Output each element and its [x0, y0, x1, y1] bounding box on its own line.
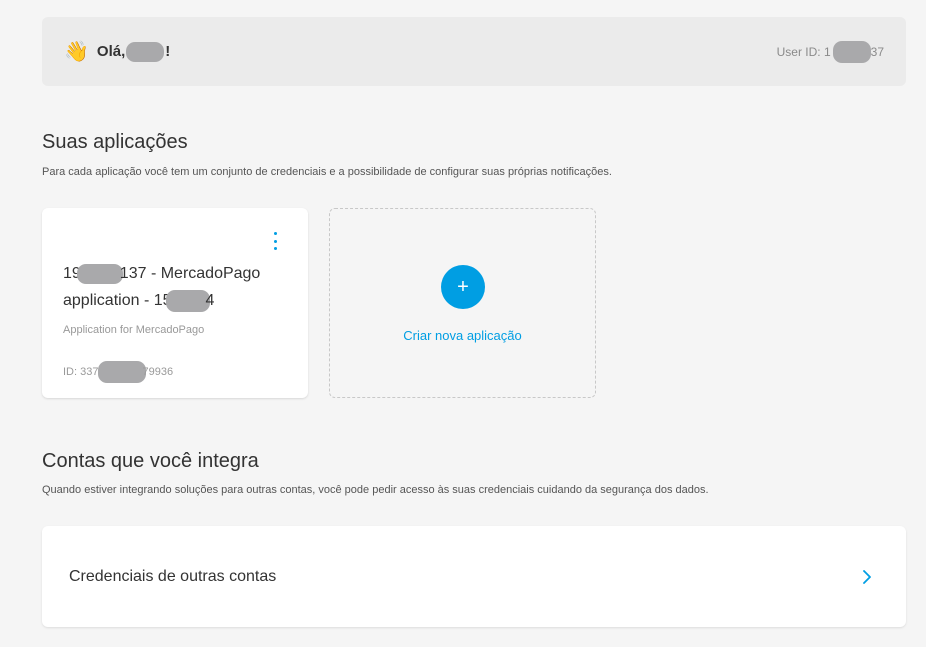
application-name-line2: application - 15 4	[63, 287, 293, 314]
redacted-app-number	[76, 263, 123, 284]
greeting-exclamation: !	[165, 43, 171, 60]
application-name-part: 4	[205, 292, 215, 309]
create-application-card[interactable]: + Criar nova aplicação	[329, 208, 596, 398]
apps-section-subtitle: Para cada aplicação você tem um conjunto…	[42, 166, 612, 178]
application-id-prefix: ID: 337	[63, 366, 99, 378]
waving-hand-icon: 👋	[64, 40, 89, 63]
application-name-line1: 19 137 - MercadoPago	[63, 260, 293, 287]
chevron-right-icon[interactable]	[860, 569, 874, 584]
other-accounts-credentials-card[interactable]: Credenciais de outras contas	[42, 526, 906, 627]
user-id-suffix: 37	[870, 44, 884, 59]
greeting-text: Olá, !	[96, 41, 171, 62]
application-card[interactable]: 19 137 - MercadoPago application - 15 4 …	[42, 208, 308, 398]
kebab-dot	[273, 232, 277, 235]
other-accounts-credentials-label: Credenciais de outras contas	[69, 567, 277, 585]
kebab-dot	[273, 239, 277, 243]
application-id-suffix: 79936	[142, 366, 174, 378]
redacted-user-id	[832, 40, 871, 63]
plus-icon[interactable]: +	[441, 265, 485, 309]
redacted-app-number	[165, 289, 210, 312]
integrations-section-title: Contas que você integra	[42, 450, 259, 472]
user-id: User ID: 1 37	[776, 40, 884, 63]
user-id-prefix: User ID: 1	[776, 44, 831, 59]
application-description: Application for MercadoPago	[63, 324, 205, 336]
kebab-menu-icon[interactable]	[272, 232, 278, 250]
redacted-app-id	[98, 361, 147, 383]
create-application-label[interactable]: Criar nova aplicação	[330, 328, 595, 343]
greeting: 👋 Olá, !	[64, 40, 171, 63]
application-name-part: 137 - MercadoPago	[119, 265, 261, 282]
greeting-hello: Olá,	[96, 43, 126, 60]
redacted-name	[126, 41, 165, 62]
application-name[interactable]: 19 137 - MercadoPago application - 15 4	[63, 260, 293, 314]
integrations-section-subtitle: Quando estiver integrando soluções para …	[42, 484, 709, 496]
application-name-part: application - 15	[63, 292, 172, 309]
kebab-dot	[273, 247, 277, 250]
application-id: ID: 337 79936	[63, 361, 173, 383]
apps-section-title: Suas aplicações	[42, 131, 188, 153]
greeting-bar: 👋 Olá, ! User ID: 1 37	[42, 17, 906, 86]
